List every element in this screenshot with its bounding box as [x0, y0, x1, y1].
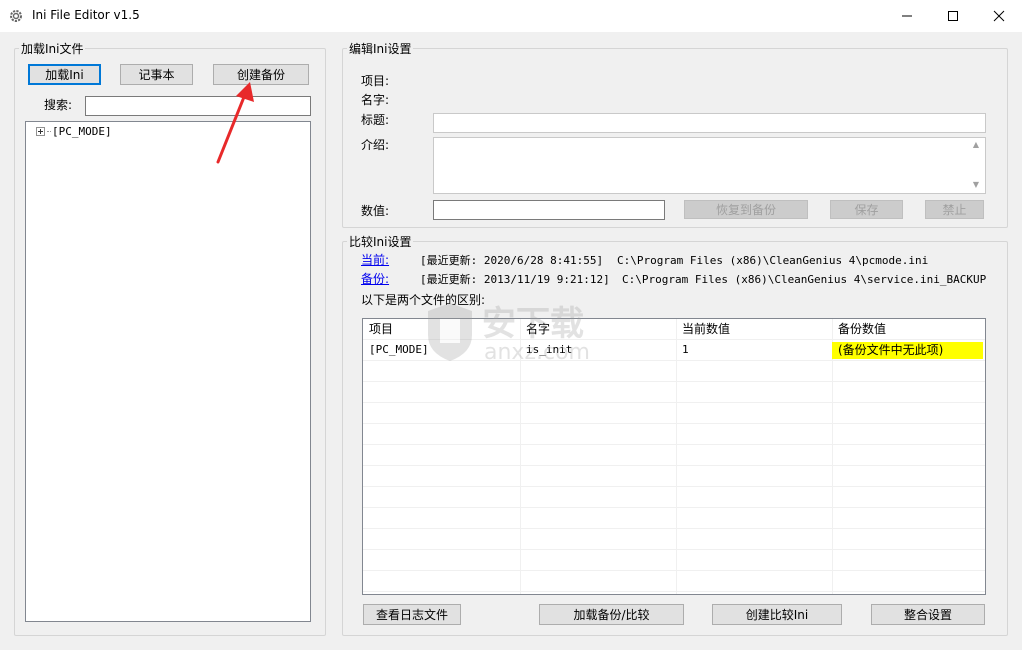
minimize-button[interactable] — [884, 0, 930, 32]
tree-node-label: [PC_MODE] — [52, 125, 112, 138]
expand-icon[interactable] — [36, 127, 45, 136]
maximize-icon — [948, 11, 958, 21]
disable-button[interactable]: 禁止 — [925, 200, 984, 219]
scroll-up-icon[interactable]: ▲ — [970, 140, 982, 150]
svg-text:安下载: 安下载 — [482, 304, 584, 344]
table-row — [363, 529, 985, 550]
table-row — [363, 571, 985, 592]
ini-tree[interactable]: [PC_MODE] — [25, 121, 311, 622]
title-bar: Ini File Editor v1.5 — [0, 0, 1022, 32]
load-backup-compare-button[interactable]: 加载备份/比较 — [539, 604, 684, 625]
load-ini-group-title: 加载Ini文件 — [19, 42, 86, 56]
compare-ini-group-title: 比较Ini设置 — [347, 235, 414, 249]
notepad-button[interactable]: 记事本 — [120, 64, 193, 85]
save-button[interactable]: 保存 — [830, 200, 903, 219]
item-label: 项目: — [361, 74, 390, 88]
tree-node-pc-mode[interactable]: [PC_MODE] — [36, 125, 112, 138]
table-row — [363, 382, 985, 403]
table-row — [363, 424, 985, 445]
name-label: 名字: — [361, 93, 390, 107]
scroll-down-icon[interactable]: ▼ — [970, 180, 982, 190]
watermark-logo: 安下载 anxz.com — [428, 303, 590, 365]
close-button[interactable] — [976, 0, 1022, 32]
gear-icon — [10, 10, 22, 22]
create-compare-ini-button[interactable]: 创建比较Ini — [712, 604, 842, 625]
column-header-current[interactable]: 当前数值 — [676, 319, 832, 339]
table-row — [363, 445, 985, 466]
table-row — [363, 487, 985, 508]
table-row — [363, 550, 985, 571]
caption-label: 标题: — [361, 113, 390, 127]
search-input[interactable] — [85, 96, 311, 116]
intro-label: 介绍: — [361, 138, 390, 152]
load-ini-button[interactable]: 加载Ini — [28, 64, 101, 85]
minimize-icon — [902, 15, 912, 17]
annotation-arrow-icon — [216, 82, 254, 164]
backup-updated: [最近更新: 2013/11/19 9:21:12] — [420, 273, 610, 286]
tree-connector — [47, 131, 51, 132]
table-row — [363, 508, 985, 529]
backup-path: C:\Program Files (x86)\CleanGenius 4\ser… — [622, 273, 987, 286]
cell-backup: (备份文件中无此项) — [832, 342, 983, 359]
restore-backup-button[interactable]: 恢复到备份 — [684, 200, 808, 219]
table-row — [363, 466, 985, 487]
intro-textarea[interactable] — [433, 137, 986, 194]
view-log-button[interactable]: 查看日志文件 — [363, 604, 461, 625]
caption-input[interactable] — [433, 113, 986, 133]
search-label: 搜索: — [44, 98, 73, 112]
backup-file-link[interactable]: 备份: — [361, 272, 389, 286]
maximize-button[interactable] — [930, 0, 976, 32]
window-title: Ini File Editor v1.5 — [32, 8, 140, 22]
current-file-link[interactable]: 当前: — [361, 253, 389, 267]
edit-ini-group-title: 编辑Ini设置 — [347, 42, 414, 56]
merge-settings-button[interactable]: 整合设置 — [871, 604, 985, 625]
current-path: C:\Program Files (x86)\CleanGenius 4\pcm… — [617, 254, 929, 267]
current-updated: [最近更新: 2020/6/28 8:41:55] — [420, 254, 604, 267]
value-label: 数值: — [361, 204, 390, 218]
value-input[interactable] — [433, 200, 665, 220]
svg-text:anxz.com: anxz.com — [484, 340, 590, 365]
close-icon — [993, 10, 1005, 22]
table-row — [363, 403, 985, 424]
column-header-backup[interactable]: 备份数值 — [832, 319, 985, 339]
cell-current: 1 — [682, 343, 689, 356]
